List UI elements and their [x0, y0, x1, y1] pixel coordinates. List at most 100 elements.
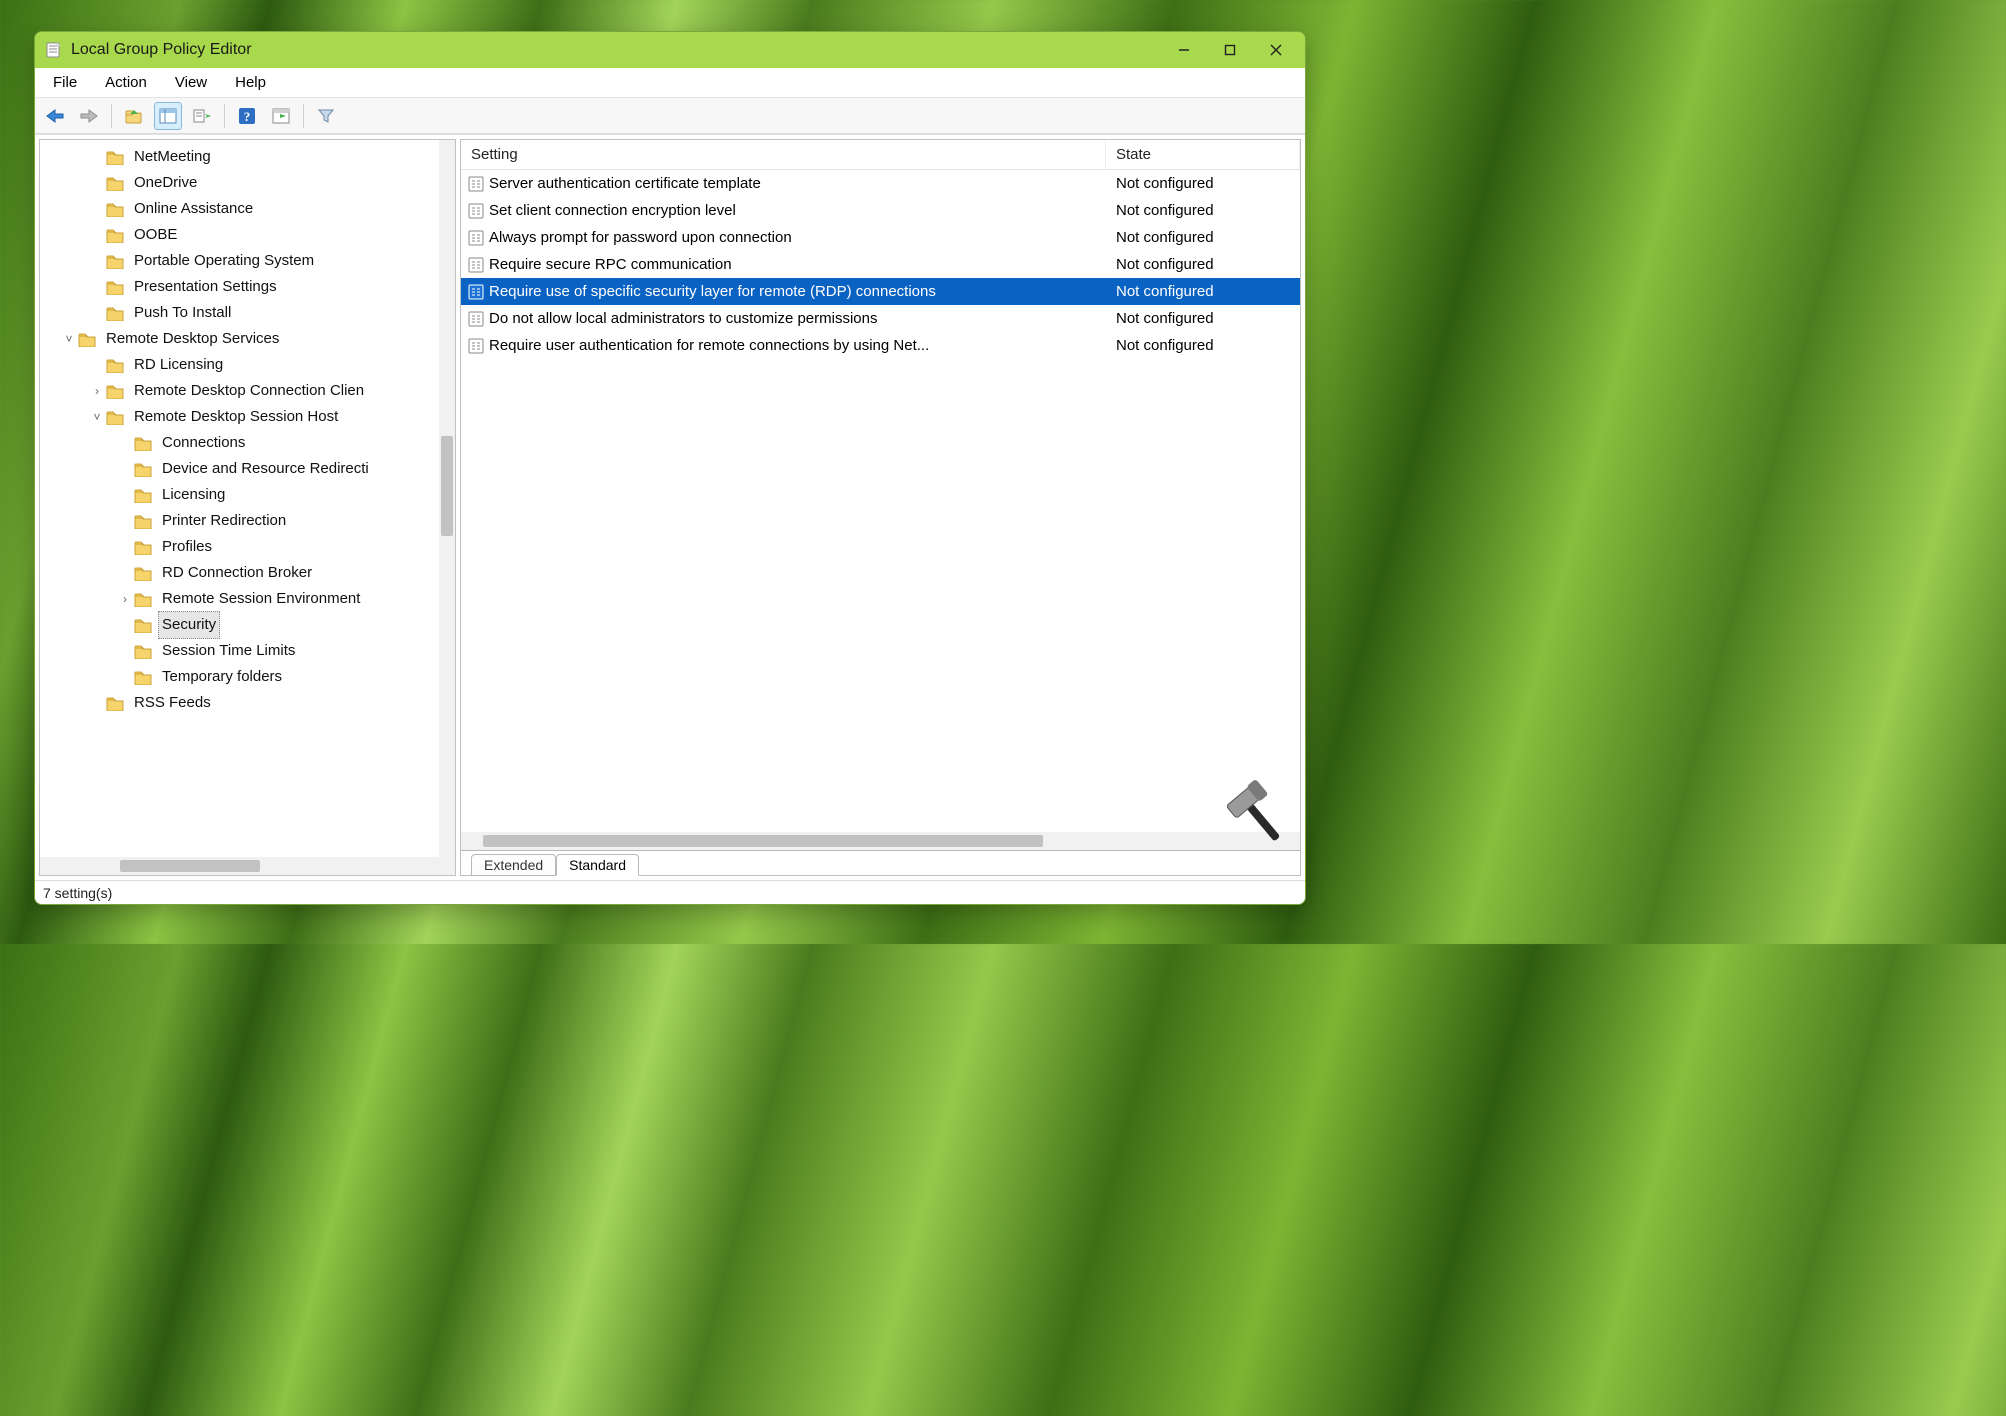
tree-node[interactable]: Portable Operating System — [40, 248, 455, 274]
tree-node[interactable]: Online Assistance — [40, 196, 455, 222]
export-list-button[interactable] — [188, 102, 216, 130]
setting-row[interactable]: Server authentication certificate templa… — [461, 170, 1300, 197]
policy-icon — [465, 338, 487, 354]
list-pane: Setting State Server authentication cert… — [460, 139, 1301, 876]
tree-node[interactable]: RD Licensing — [40, 352, 455, 378]
app-icon — [45, 41, 63, 59]
column-setting[interactable]: Setting — [461, 140, 1106, 169]
maximize-button[interactable] — [1207, 35, 1253, 65]
window-title: Local Group Policy Editor — [71, 41, 252, 59]
tree-node[interactable]: ˅Remote Desktop Session Host — [40, 404, 455, 430]
tree-node[interactable]: Temporary folders — [40, 664, 455, 690]
tree-node-label: OOBE — [130, 221, 181, 249]
expand-toggle-icon[interactable]: ˅ — [60, 326, 78, 352]
folder-icon — [106, 227, 124, 243]
tree-node-label: Remote Desktop Services — [102, 325, 283, 353]
setting-row[interactable]: Set client connection encryption levelNo… — [461, 197, 1300, 224]
tree-node-label: Profiles — [158, 533, 216, 561]
tree-node[interactable]: NetMeeting — [40, 144, 455, 170]
setting-state: Not configured — [1106, 283, 1300, 300]
list-horizontal-scrollbar[interactable] — [461, 832, 1300, 850]
column-state[interactable]: State — [1106, 140, 1300, 169]
tab-strip: Extended Standard — [461, 851, 1300, 875]
tree-node[interactable]: ›Remote Session Environment — [40, 586, 455, 612]
folder-icon — [106, 383, 124, 399]
console-button[interactable] — [267, 102, 295, 130]
tree: NetMeetingOneDriveOnline AssistanceOOBEP… — [40, 140, 455, 720]
policy-icon — [465, 311, 487, 327]
tree-scroll: NetMeetingOneDriveOnline AssistanceOOBEP… — [40, 140, 455, 857]
setting-state: Not configured — [1106, 202, 1300, 219]
tree-node-label: Presentation Settings — [130, 273, 281, 301]
setting-name: Set client connection encryption level — [487, 202, 1106, 219]
menu-help[interactable]: Help — [223, 70, 278, 95]
policy-icon — [465, 176, 487, 192]
tab-extended[interactable]: Extended — [471, 854, 556, 876]
tree-node[interactable]: Profiles — [40, 534, 455, 560]
tree-node[interactable]: Licensing — [40, 482, 455, 508]
up-folder-button[interactable] — [120, 102, 148, 130]
tree-node-label: Printer Redirection — [158, 507, 290, 535]
policy-icon — [465, 257, 487, 273]
setting-row[interactable]: Require user authentication for remote c… — [461, 332, 1300, 359]
folder-icon — [106, 409, 124, 425]
folder-icon — [106, 695, 124, 711]
filter-button[interactable] — [312, 102, 340, 130]
folder-icon — [106, 175, 124, 191]
folder-icon — [134, 513, 152, 529]
tree-node[interactable]: OneDrive — [40, 170, 455, 196]
tree-node-label: NetMeeting — [130, 143, 215, 171]
expand-toggle-icon[interactable]: › — [116, 586, 134, 612]
policy-icon — [465, 203, 487, 219]
scrollbar-thumb[interactable] — [483, 835, 1043, 847]
close-button[interactable] — [1253, 35, 1299, 65]
tree-node[interactable]: RSS Feeds — [40, 690, 455, 716]
tree-node[interactable]: ˅ Remote Desktop Services — [40, 326, 455, 352]
setting-row[interactable]: Require secure RPC communicationNot conf… — [461, 251, 1300, 278]
setting-row[interactable]: Always prompt for password upon connecti… — [461, 224, 1300, 251]
setting-state: Not configured — [1106, 229, 1300, 246]
setting-state: Not configured — [1106, 337, 1300, 354]
back-button[interactable] — [41, 102, 69, 130]
setting-state: Not configured — [1106, 310, 1300, 327]
setting-row[interactable]: Do not allow local administrators to cus… — [461, 305, 1300, 332]
tree-node-label: RSS Feeds — [130, 689, 215, 717]
scrollbar-thumb[interactable] — [120, 860, 260, 872]
setting-name: Require user authentication for remote c… — [487, 337, 1106, 354]
expand-toggle-icon[interactable]: ˅ — [88, 404, 106, 430]
setting-name: Always prompt for password upon connecti… — [487, 229, 1106, 246]
folder-icon — [106, 149, 124, 165]
tree-node[interactable]: Security — [40, 612, 455, 638]
tree-vertical-scrollbar[interactable] — [439, 140, 455, 857]
folder-icon — [106, 201, 124, 217]
setting-row[interactable]: Require use of specific security layer f… — [461, 278, 1300, 305]
tree-node[interactable]: Device and Resource Redirecti — [40, 456, 455, 482]
tab-standard[interactable]: Standard — [556, 854, 639, 876]
menu-view[interactable]: View — [163, 70, 219, 95]
detail-view-button[interactable] — [154, 102, 182, 130]
folder-icon — [134, 669, 152, 685]
folder-icon — [134, 565, 152, 581]
tree-node[interactable]: ›Remote Desktop Connection Clien — [40, 378, 455, 404]
tree-node[interactable]: Presentation Settings — [40, 274, 455, 300]
tree-node-label: RD Connection Broker — [158, 559, 316, 587]
minimize-button[interactable] — [1161, 35, 1207, 65]
help-button[interactable]: ? — [233, 102, 261, 130]
scrollbar-thumb[interactable] — [441, 436, 453, 536]
tree-node[interactable]: Push To Install — [40, 300, 455, 326]
toolbar-separator — [303, 104, 304, 128]
expand-toggle-icon[interactable]: › — [88, 378, 106, 404]
tree-node[interactable]: RD Connection Broker — [40, 560, 455, 586]
tree-node[interactable]: Session Time Limits — [40, 638, 455, 664]
tree-node[interactable]: Connections — [40, 430, 455, 456]
menu-file[interactable]: File — [41, 70, 89, 95]
tree-node[interactable]: Printer Redirection — [40, 508, 455, 534]
folder-icon — [134, 617, 152, 633]
title-bar[interactable]: Local Group Policy Editor — [35, 32, 1305, 68]
menu-action[interactable]: Action — [93, 70, 159, 95]
tree-node-label: Online Assistance — [130, 195, 257, 223]
forward-button[interactable] — [75, 102, 103, 130]
settings-list: Server authentication certificate templa… — [461, 170, 1300, 832]
tree-horizontal-scrollbar[interactable] — [40, 857, 455, 875]
tree-node[interactable]: OOBE — [40, 222, 455, 248]
